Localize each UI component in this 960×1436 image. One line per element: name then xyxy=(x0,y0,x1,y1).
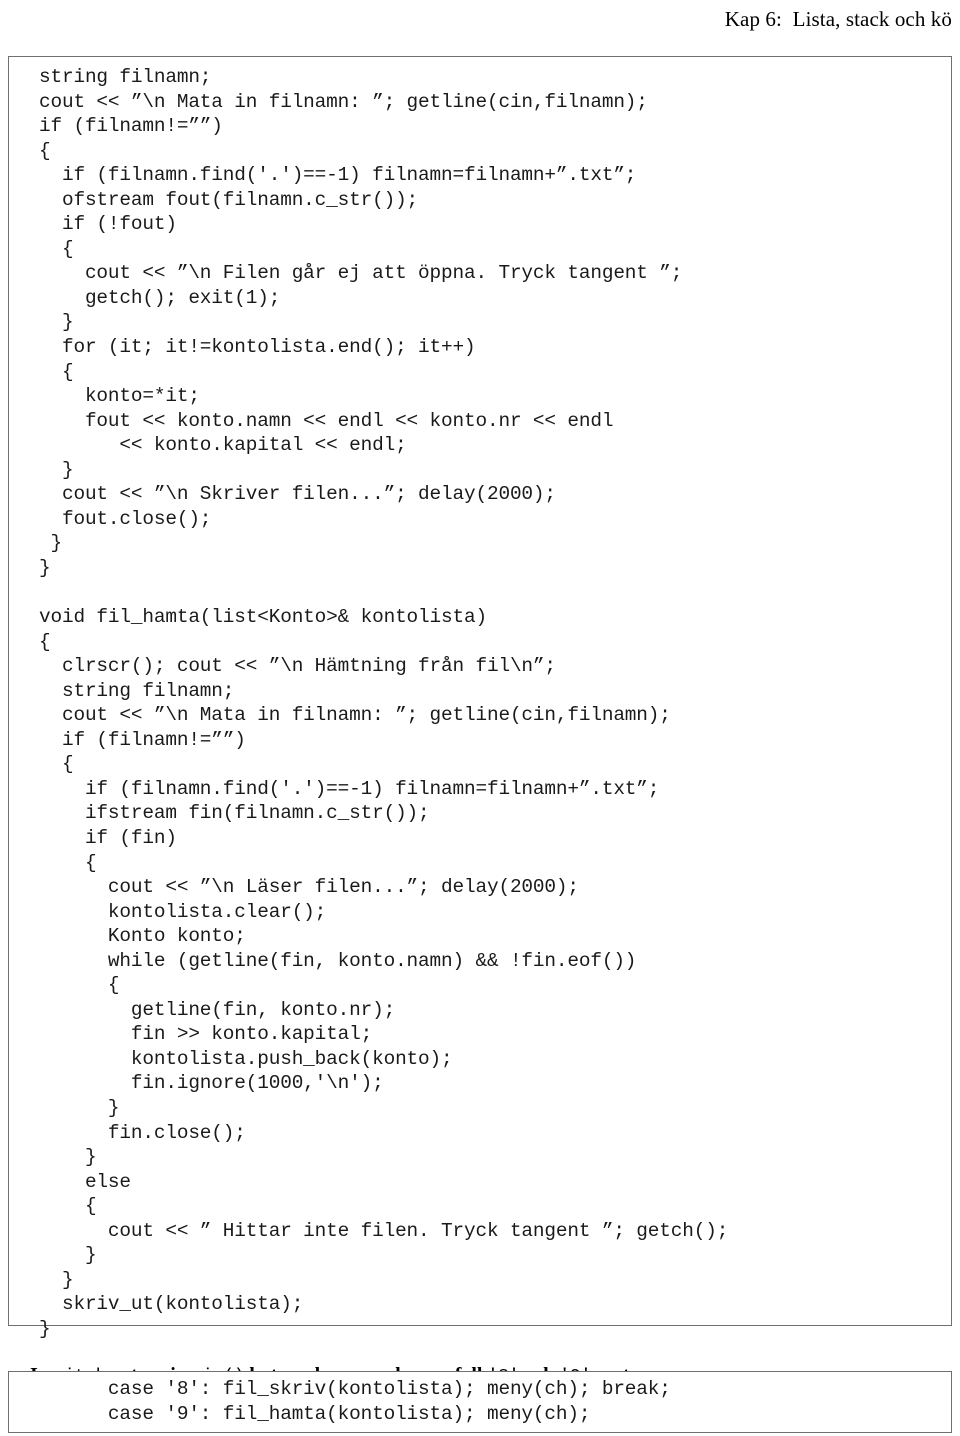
page-header-title: Kap 6: Lista, stack och kö xyxy=(724,7,952,31)
code-block-primary: string filnamn; cout << ”\n Mata in filn… xyxy=(8,56,952,1340)
document-page: Kap 6: Lista, stack och kö string filnam… xyxy=(0,0,960,1436)
code-listing-fil-skriv-fil-hamta: string filnamn; cout << ”\n Mata in filn… xyxy=(39,66,729,1340)
code-block-secondary: case '8': fil_skriv(kontolista); meny(ch… xyxy=(8,1371,952,1433)
code-listing-switch-cases: case '8': fil_skriv(kontolista); meny(ch… xyxy=(107,1378,671,1425)
